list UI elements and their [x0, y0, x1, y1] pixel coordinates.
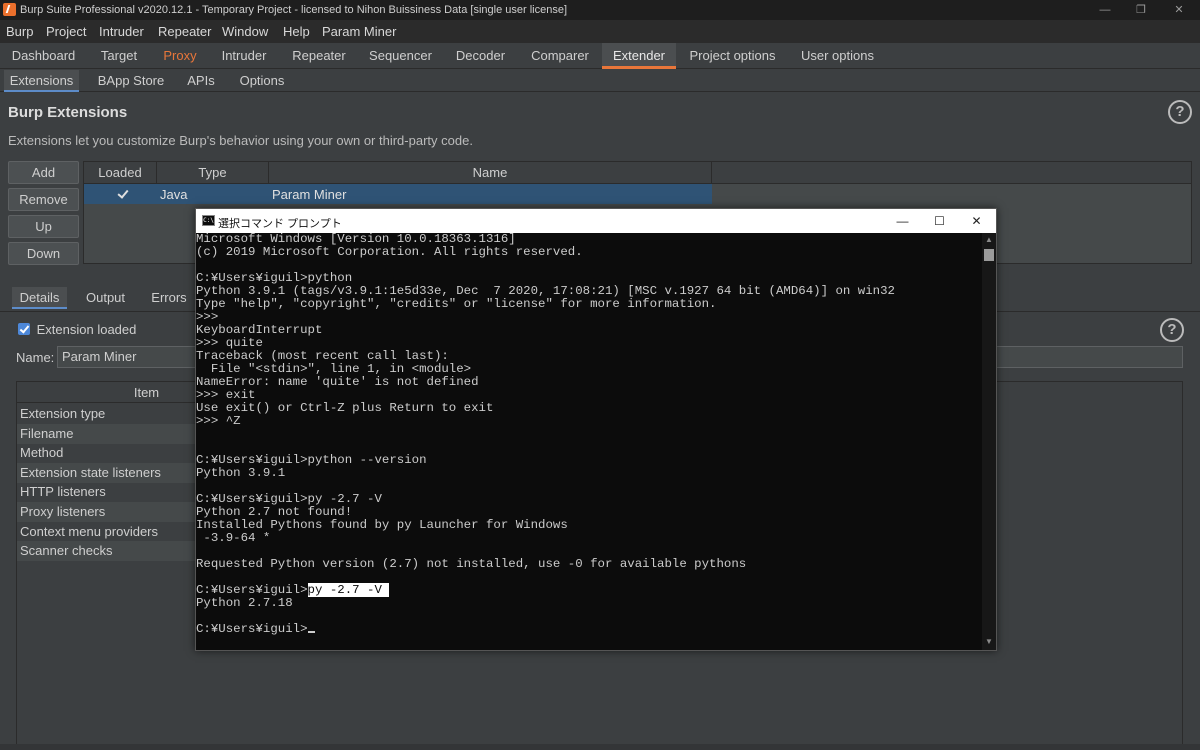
column-header-filler	[712, 162, 1191, 184]
table-row[interactable]: Java Param Miner	[84, 184, 712, 204]
menu-bar: Burp Project Intruder Repeater Window He…	[0, 20, 1200, 43]
checkbox-checked-icon[interactable]	[18, 323, 30, 335]
tab-user-options[interactable]: User options	[789, 43, 886, 69]
subtab-options[interactable]: Options	[230, 70, 294, 92]
list-item[interactable]: Extension state listeners	[17, 463, 195, 483]
terminal-line: Requested Python version (2.7) not insta…	[196, 557, 747, 571]
menu-help[interactable]: Help	[283, 24, 310, 39]
terminal-current-line[interactable]: C:¥Users¥iguil>	[196, 623, 315, 636]
text-cursor	[307, 631, 315, 633]
menu-param-miner[interactable]: Param Miner	[322, 24, 396, 39]
tab-comparer[interactable]: Comparer	[519, 43, 601, 69]
extension-loaded-label: Extension loaded	[36, 322, 137, 337]
subtab-bapp-store[interactable]: BApp Store	[88, 70, 174, 92]
subtab-apis[interactable]: APIs	[180, 70, 222, 92]
menu-project[interactable]: Project	[46, 24, 86, 39]
terminal-line: (c) 2019 Microsoft Corporation. All righ…	[196, 245, 583, 259]
cmd-maximize-icon[interactable]: ☐	[921, 209, 958, 233]
terminal-line: Type "help", "copyright", "credits" or "…	[196, 297, 717, 311]
section-title: Burp Extensions	[8, 104, 128, 121]
scrollbar-thumb[interactable]	[984, 249, 994, 261]
list-item[interactable]: Scanner checks	[17, 541, 195, 561]
terminal-selection[interactable]: py -2.7 -V	[307, 583, 390, 597]
loaded-checkmark-icon[interactable]	[116, 187, 128, 202]
command-prompt-titlebar[interactable]: C:\ 選択コマンド プロンプト — ☐ ✕	[196, 209, 996, 233]
close-icon[interactable]: ✕	[1160, 0, 1198, 20]
remove-button[interactable]: Remove	[8, 188, 79, 211]
section-description: Extensions let you customize Burp's beha…	[8, 133, 473, 148]
window-titlebar: Burp Suite Professional v2020.12.1 - Tem…	[0, 0, 1200, 20]
extension-loaded-checkbox[interactable]: Extension loaded	[18, 322, 136, 337]
extension-name-cell: Param Miner	[272, 187, 347, 202]
up-button[interactable]: Up	[8, 215, 79, 238]
column-header-type[interactable]: Type	[157, 162, 269, 184]
command-prompt-icon: C:\	[202, 215, 215, 226]
burp-logo-icon	[3, 3, 16, 16]
terminal-line: >>> ^Z	[196, 414, 241, 428]
command-prompt-title: 選択コマンド プロンプト	[218, 218, 342, 230]
add-button[interactable]: Add	[8, 161, 79, 184]
menu-intruder[interactable]: Intruder	[99, 24, 144, 39]
tab-dashboard[interactable]: Dashboard	[0, 43, 87, 69]
column-header-loaded[interactable]: Loaded	[84, 162, 157, 184]
restore-icon[interactable]: ❐	[1122, 0, 1160, 20]
scroll-down-icon[interactable]: ▼	[982, 637, 996, 646]
bottom-status-strip	[0, 744, 1200, 750]
tab-sequencer[interactable]: Sequencer	[359, 43, 442, 69]
list-item[interactable]: Method	[17, 443, 195, 463]
extender-sub-tab-bar: Extensions BApp Store APIs Options	[0, 70, 1200, 92]
name-label: Name:	[16, 350, 55, 365]
menu-burp[interactable]: Burp	[6, 24, 33, 39]
list-item[interactable]: Proxy listeners	[17, 502, 195, 522]
tab-errors[interactable]: Errors	[145, 287, 193, 309]
scroll-up-icon[interactable]: ▲	[982, 235, 996, 244]
list-item[interactable]: Context menu providers	[17, 522, 195, 542]
down-button[interactable]: Down	[8, 242, 79, 265]
tab-repeater[interactable]: Repeater	[279, 43, 359, 69]
tab-intruder[interactable]: Intruder	[209, 43, 279, 69]
list-item[interactable]: HTTP listeners	[17, 482, 195, 502]
menu-repeater[interactable]: Repeater	[158, 24, 211, 39]
tab-decoder[interactable]: Decoder	[442, 43, 519, 69]
terminal-line: Python 3.9.1	[196, 466, 286, 480]
tab-details[interactable]: Details	[12, 287, 67, 309]
details-help-icon[interactable]: ?	[1160, 318, 1184, 342]
command-prompt-window[interactable]: C:\ 選択コマンド プロンプト — ☐ ✕ Microsoft Windows…	[195, 208, 997, 651]
main-tab-bar: Dashboard Target Proxy Intruder Repeater…	[0, 43, 1200, 69]
tab-target[interactable]: Target	[87, 43, 151, 69]
tab-proxy[interactable]: Proxy	[151, 43, 209, 69]
menu-window[interactable]: Window	[222, 24, 268, 39]
list-item[interactable]: Extension type	[17, 404, 195, 424]
terminal-prompt: C:¥Users¥iguil>	[196, 583, 308, 597]
extension-type-cell: Java	[160, 187, 188, 202]
tab-project-options[interactable]: Project options	[676, 43, 789, 69]
terminal-line: Python 2.7.18	[196, 596, 293, 610]
terminal-line: -3.9-64 *	[196, 531, 271, 545]
tab-extender[interactable]: Extender	[602, 43, 676, 69]
terminal-scrollbar[interactable]: ▲ ▼	[982, 233, 996, 650]
window-title: Burp Suite Professional v2020.12.1 - Tem…	[20, 4, 568, 16]
list-item[interactable]: Filename	[17, 424, 195, 444]
terminal-output[interactable]: Microsoft Windows [Version 10.0.18363.13…	[196, 233, 982, 650]
tab-output[interactable]: Output	[78, 287, 133, 309]
column-header-name[interactable]: Name	[269, 162, 712, 184]
cmd-minimize-icon[interactable]: —	[884, 209, 921, 233]
subtab-extensions[interactable]: Extensions	[4, 70, 79, 92]
cmd-close-icon[interactable]: ✕	[958, 209, 995, 233]
help-icon[interactable]: ?	[1168, 100, 1192, 124]
minimize-icon[interactable]: —	[1086, 0, 1124, 20]
terminal-prompt: C:¥Users¥iguil>	[196, 622, 308, 636]
